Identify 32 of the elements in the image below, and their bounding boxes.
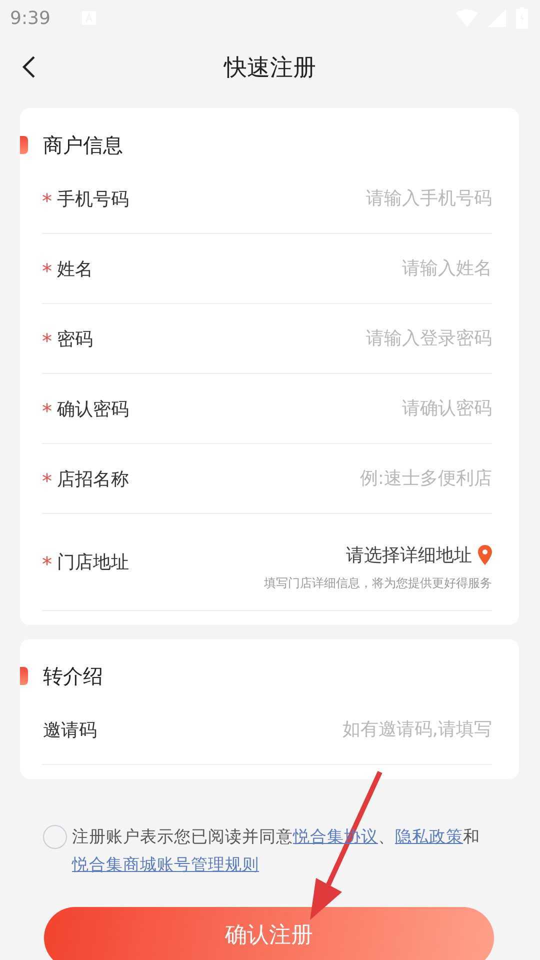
input-field[interactable]: 请确认密码 xyxy=(129,394,492,424)
section-marker xyxy=(20,136,28,154)
field-label: 手机号码 xyxy=(57,188,129,210)
agree-checkbox[interactable] xyxy=(43,825,67,849)
required-mark: * xyxy=(42,188,53,212)
field-label: 确认密码 xyxy=(57,398,129,420)
input-field[interactable]: 例:速士多便利店 xyxy=(129,464,492,494)
agreement-link[interactable]: 悦合集商城账号管理规则 xyxy=(72,855,259,874)
field-label: 店招名称 xyxy=(57,468,129,490)
required-mark: * xyxy=(42,328,53,352)
hint-text: 填写门店详细信息，将为您提供更好得服务 xyxy=(264,574,492,592)
input-field[interactable]: 请输入手机号码 xyxy=(129,184,492,214)
required-mark: * xyxy=(42,468,53,492)
field-label: 姓名 xyxy=(57,258,93,280)
location-pin-icon xyxy=(478,544,492,564)
submit-button[interactable]: 确认注册 xyxy=(44,907,494,960)
section-title: 转介绍 xyxy=(43,662,103,690)
field-label: 密码 xyxy=(57,328,93,350)
address-select[interactable]: 请选择详细地址 xyxy=(346,542,472,566)
required-mark: * xyxy=(42,258,53,282)
field-label: 邀请码 xyxy=(43,718,97,742)
page-title: 快速注册 xyxy=(224,54,316,82)
input-field[interactable]: 如有邀请码,请填写 xyxy=(97,714,492,744)
section-marker xyxy=(20,667,28,685)
status-time: 9:39 xyxy=(10,8,50,28)
input-field[interactable]: 请输入姓名 xyxy=(93,254,492,284)
field-label: 门店地址 xyxy=(57,551,129,574)
section-title: 商户信息 xyxy=(43,132,123,158)
input-field[interactable]: 请输入登录密码 xyxy=(93,324,492,354)
agreement-link[interactable]: 隐私政策 xyxy=(395,827,463,846)
required-mark: * xyxy=(42,398,53,422)
required-mark: * xyxy=(42,552,53,576)
